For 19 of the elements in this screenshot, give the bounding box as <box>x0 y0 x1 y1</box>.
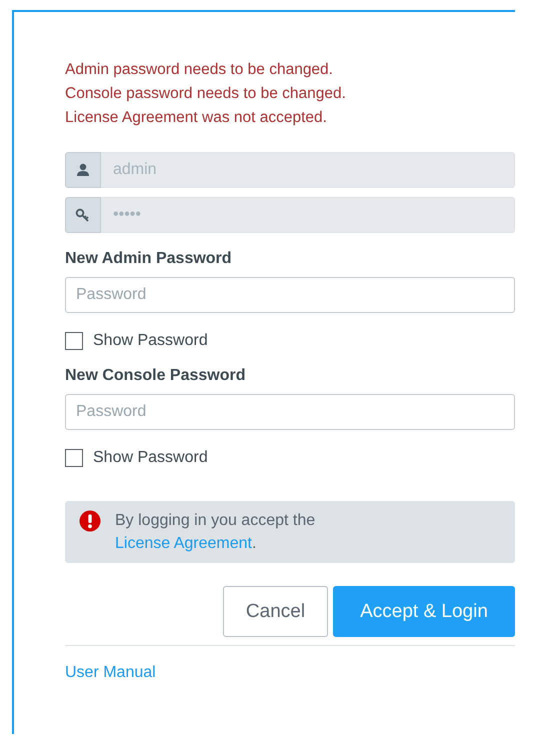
accept-login-button[interactable]: Accept & Login <box>333 586 515 637</box>
alert-icon <box>79 510 101 532</box>
error-message: License Agreement was not accepted. <box>65 108 328 128</box>
password-field[interactable]: Password <box>65 394 515 430</box>
checkbox[interactable] <box>65 332 83 350</box>
user-manual-link[interactable]: User Manual <box>65 664 156 682</box>
notice-text: By logging in you accept the License Agreement. <box>115 511 316 554</box>
error-message: Console password needs to be changed. <box>65 84 347 104</box>
error-message: Admin password needs to be changed. <box>65 60 334 80</box>
field-label: New Admin Password <box>65 250 233 268</box>
license-link[interactable]: License Agreement <box>115 535 252 552</box>
password-field[interactable]: Password <box>65 277 515 313</box>
checkbox-label[interactable]: Show Password <box>93 449 208 467</box>
field-label: New Console Password <box>65 367 246 385</box>
checkbox-label[interactable]: Show Password <box>93 332 208 350</box>
cancel-button[interactable]: Cancel <box>223 586 328 637</box>
user-icon <box>76 163 90 177</box>
checkbox[interactable] <box>65 449 83 467</box>
key-icon <box>75 207 91 223</box>
